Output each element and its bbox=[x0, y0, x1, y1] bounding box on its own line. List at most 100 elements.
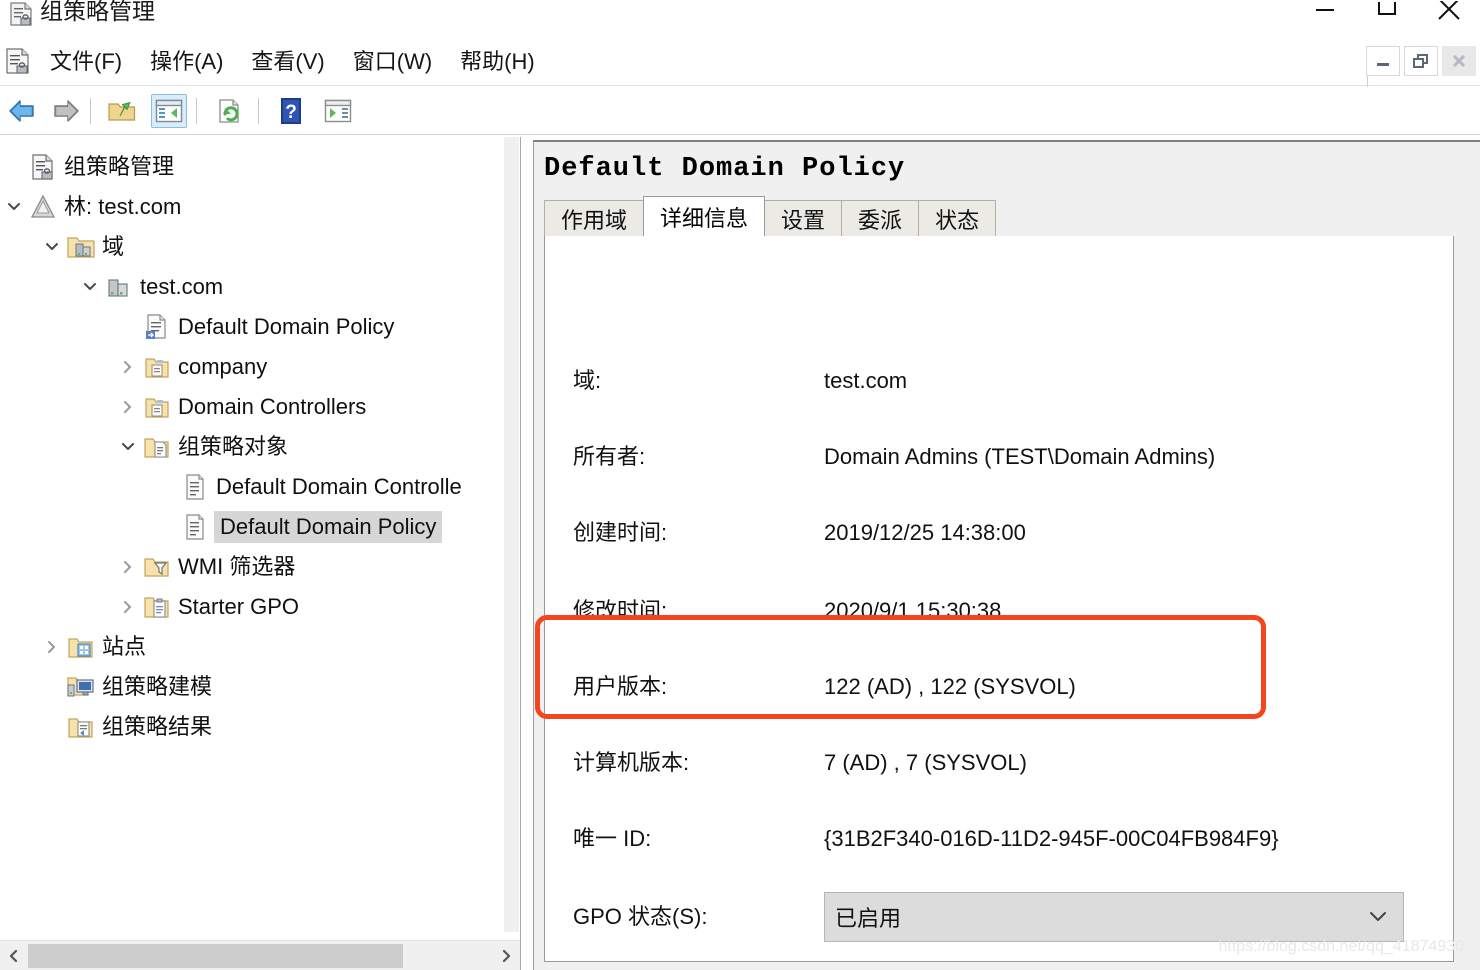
chevron-down-icon[interactable] bbox=[76, 267, 104, 307]
chevron-right-icon[interactable] bbox=[114, 347, 142, 387]
tree-node-ou-domain-controllers[interactable]: Domain Controllers bbox=[114, 387, 366, 427]
field-modified: 修改时间: 2020/9/1 15:30:38 bbox=[545, 594, 1453, 634]
field-created-value: 2019/12/25 14:38:00 bbox=[824, 516, 1026, 550]
field-domain: 域: test.com bbox=[545, 364, 1453, 404]
tree-node-label: 组策略结果 bbox=[102, 713, 212, 741]
tree-node-label: WMI 筛选器 bbox=[178, 553, 295, 581]
menu-view[interactable]: 查看(V) bbox=[237, 47, 338, 77]
menu-action[interactable]: 操作(A) bbox=[136, 47, 237, 77]
show-hide-console-tree-button[interactable] bbox=[151, 94, 187, 128]
back-button[interactable] bbox=[4, 94, 40, 128]
title-bar: 组策略管理 bbox=[0, 0, 1480, 38]
tree-node-gpo-container[interactable]: 组策略对象 bbox=[114, 427, 288, 467]
wmi-filter-folder-icon bbox=[142, 552, 172, 582]
field-owner: 所有者: Domain Admins (TEST\Domain Admins) bbox=[545, 440, 1453, 480]
tree-node-label: 域 bbox=[102, 233, 124, 261]
tree-node-starter-gpo[interactable]: Starter GPO bbox=[114, 587, 299, 627]
forest-icon bbox=[28, 192, 58, 222]
gpo-folder-icon bbox=[142, 432, 172, 462]
gpo-status-dropdown[interactable]: 已启用 bbox=[824, 892, 1404, 942]
field-modified-value: 2020/9/1 15:30:38 bbox=[824, 594, 1001, 628]
tree-node-gpo-default-domain-policy[interactable]: Default Domain Policy bbox=[152, 507, 442, 547]
menu-window[interactable]: 窗口(W) bbox=[339, 47, 446, 77]
tree-horizontal-scrollbar[interactable] bbox=[0, 940, 520, 970]
gpo-icon bbox=[180, 472, 210, 502]
tree-node-ou-company[interactable]: company bbox=[114, 347, 267, 387]
svg-text:?: ? bbox=[285, 102, 297, 123]
field-unique-id-value: {31B2F340-016D-11D2-945F-00C04FB984F9} bbox=[824, 822, 1279, 856]
console-tree-panel: 组策略管理 林: test.com bbox=[0, 137, 521, 970]
tree-node-sites[interactable]: 站点 bbox=[38, 627, 146, 667]
tree-node-domain-testcom[interactable]: test.com bbox=[76, 267, 223, 307]
refresh-button[interactable] bbox=[212, 94, 248, 128]
gpmc-icon bbox=[8, 0, 34, 28]
up-one-level-button[interactable] bbox=[104, 94, 140, 128]
gpo-status-value: 已启用 bbox=[835, 901, 901, 933]
tree-vertical-scrollbar[interactable] bbox=[504, 137, 519, 932]
show-action-pane-button[interactable] bbox=[320, 94, 356, 128]
tree-node-gpmc-root[interactable]: 组策略管理 bbox=[0, 147, 174, 187]
chevron-down-icon[interactable] bbox=[1367, 907, 1389, 932]
scrollbar-thumb[interactable] bbox=[28, 944, 403, 968]
field-domain-value: test.com bbox=[824, 364, 907, 398]
forward-button[interactable] bbox=[48, 94, 84, 128]
tree-twisty-none bbox=[0, 147, 28, 187]
tree-node-gpo-default-domain-controllers[interactable]: Default Domain Controlle bbox=[152, 467, 462, 507]
menu-bar: 文件(F) 操作(A) 查看(V) 窗口(W) 帮助(H) bbox=[0, 38, 1480, 86]
field-user-version: 用户版本: 122 (AD) , 122 (SYSVOL) bbox=[545, 670, 1453, 710]
chevron-right-icon[interactable] bbox=[38, 627, 66, 667]
menu-items: 文件(F) 操作(A) 查看(V) 窗口(W) 帮助(H) bbox=[36, 38, 549, 86]
gpo-title: Default Domain Policy bbox=[544, 154, 905, 184]
menu-file[interactable]: 文件(F) bbox=[36, 47, 136, 77]
console-tree[interactable]: 组策略管理 林: test.com bbox=[0, 137, 505, 932]
scroll-right-arrow-icon[interactable] bbox=[492, 941, 520, 970]
window-maximize-button[interactable] bbox=[1356, 0, 1418, 30]
tree-node-domains[interactable]: 域 bbox=[38, 227, 124, 267]
menu-help[interactable]: 帮助(H) bbox=[446, 47, 549, 77]
tree-node-forest[interactable]: 林: test.com bbox=[0, 187, 181, 227]
tree-node-label: test.com bbox=[140, 273, 223, 301]
gp-modeling-icon bbox=[66, 672, 96, 702]
tree-node-gp-results[interactable]: 组策略结果 bbox=[38, 707, 212, 747]
tree-node-label: Default Domain Policy bbox=[214, 511, 442, 543]
tree-node-label: 站点 bbox=[102, 633, 146, 661]
field-computer-version: 计算机版本: 7 (AD) , 7 (SYSVOL) bbox=[545, 746, 1453, 786]
chevron-down-icon[interactable] bbox=[38, 227, 66, 267]
chevron-right-icon[interactable] bbox=[114, 587, 142, 627]
help-button[interactable]: ? bbox=[273, 94, 309, 128]
field-unique-id: 唯一 ID: {31B2F340-016D-11D2-945F-00C04FB9… bbox=[545, 822, 1453, 862]
chevron-right-icon[interactable] bbox=[114, 547, 142, 587]
toolbar-separator-2 bbox=[196, 98, 197, 124]
tree-node-wmi-filters[interactable]: WMI 筛选器 bbox=[114, 547, 295, 587]
scroll-left-arrow-icon[interactable] bbox=[0, 941, 28, 970]
mdi-restore-button[interactable] bbox=[1404, 46, 1438, 76]
mdi-close-button[interactable] bbox=[1442, 46, 1476, 76]
window-close-button[interactable] bbox=[1418, 0, 1480, 30]
tree-node-gpo-link-default-domain-policy[interactable]: Default Domain Policy bbox=[114, 307, 394, 347]
tab-status[interactable]: 状态 bbox=[918, 200, 996, 236]
tree-node-label: company bbox=[178, 353, 267, 381]
tree-node-label: 组策略建模 bbox=[102, 673, 212, 701]
chevron-down-icon[interactable] bbox=[0, 187, 28, 227]
tree-node-gp-modeling[interactable]: 组策略建模 bbox=[38, 667, 212, 707]
field-computer-version-label: 计算机版本: bbox=[573, 746, 689, 780]
details-tab-content: 域: test.com 所有者: Domain Admins (TEST\Dom… bbox=[544, 236, 1454, 962]
field-domain-label: 域: bbox=[573, 364, 601, 398]
field-gpo-status: GPO 状态(S): 已启用 bbox=[545, 900, 1453, 940]
watermark: https://blog.csdn.net/qq_41874930 bbox=[1218, 938, 1464, 956]
chevron-down-icon[interactable] bbox=[114, 427, 142, 467]
field-user-version-value: 122 (AD) , 122 (SYSVOL) bbox=[824, 670, 1076, 704]
tab-settings[interactable]: 设置 bbox=[764, 200, 842, 236]
field-unique-id-label: 唯一 ID: bbox=[573, 822, 651, 856]
application-icon bbox=[4, 47, 32, 77]
field-created-label: 创建时间: bbox=[573, 516, 667, 550]
tab-details[interactable]: 详细信息 bbox=[643, 196, 765, 236]
tree-node-label: Starter GPO bbox=[178, 593, 299, 621]
tab-scope[interactable]: 作用域 bbox=[544, 200, 644, 236]
details-tabstrip: 作用域 详细信息 设置 委派 状态 bbox=[544, 196, 995, 236]
tab-delegation[interactable]: 委派 bbox=[841, 200, 919, 236]
window-minimize-button[interactable] bbox=[1294, 0, 1356, 30]
mdi-child-controls bbox=[1366, 46, 1476, 76]
chevron-right-icon[interactable] bbox=[114, 387, 142, 427]
mdi-minimize-button[interactable] bbox=[1366, 46, 1400, 76]
